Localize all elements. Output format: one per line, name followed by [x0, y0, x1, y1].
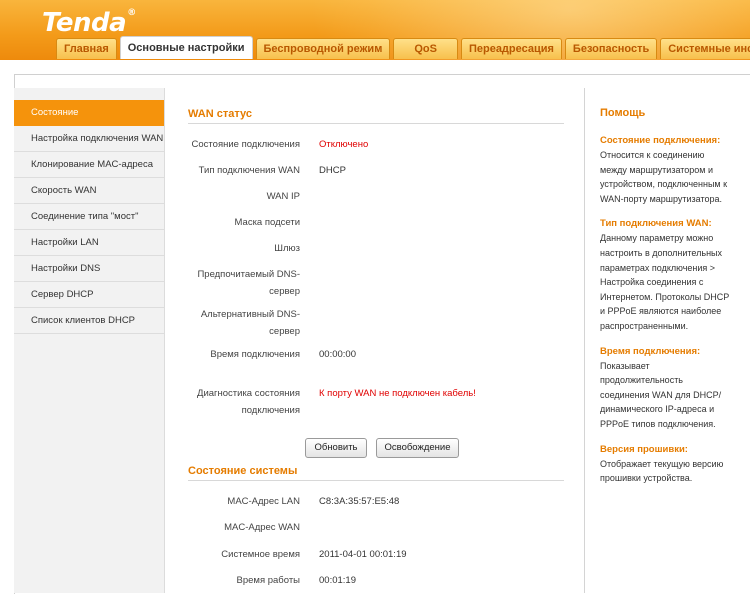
tab-security[interactable]: Безопасность — [564, 38, 658, 59]
help-heading-connection-state: Состояние подключения: — [600, 135, 721, 146]
help-text-connection-time: Показывает продолжительность соединения … — [600, 360, 722, 429]
tab-forwarding[interactable]: Переадресация — [460, 38, 562, 59]
sidebar-item-wan-setup[interactable]: Настройка подключения WAN — [14, 126, 164, 152]
sidebar-item-wan-speed[interactable]: Скорость WAN — [14, 178, 164, 204]
diagnostics-value: К порту WAN не подключен кабель! — [319, 388, 476, 399]
help-panel: Помощь Состояние подключения: Относится … — [584, 88, 750, 593]
sidebar-item-bridge[interactable]: Соединение типа "мост" — [14, 204, 164, 230]
tenda-logo: Tenda® — [42, 8, 136, 38]
release-button[interactable]: Освобождение — [376, 438, 459, 458]
help-content: Помощь Состояние подключения: Относится … — [600, 107, 730, 498]
help-text-connection-type: Данному параметру можно настроить в допо… — [600, 233, 730, 331]
sidebar-item-dns-settings[interactable]: Настройки DNS — [14, 256, 164, 282]
help-heading-connection-type: Тип подключения WAN: — [600, 218, 712, 230]
connection-type-label: Тип подключения WAN — [198, 165, 300, 176]
sidebar-menu: Состояние Настройка подключения WAN Клон… — [14, 100, 164, 334]
wan-ip-label: WAN IP — [266, 191, 300, 202]
sidebar: Состояние Настройка подключения WAN Клон… — [14, 88, 165, 593]
connection-type-value: DHCP — [319, 165, 346, 176]
lan-mac-value: C8:3A:35:57:E5:48 — [319, 496, 400, 507]
tab-qos[interactable]: QoS — [393, 38, 458, 59]
system-status-title: Состояние системы — [188, 465, 564, 481]
connection-state-label: Состояние подключения — [191, 139, 300, 150]
tab-basic-settings[interactable]: Основные настройки — [119, 36, 253, 59]
system-time-value: 2011-04-01 00:01:19 — [319, 549, 407, 560]
connection-state-value: Отключено — [319, 139, 369, 150]
system-time-label: Системное время — [221, 549, 300, 560]
header-banner: Tenda® Главная Основные настройки Беспро… — [0, 0, 750, 60]
sidebar-item-dhcp-clients[interactable]: Список клиентов DHCP — [14, 308, 164, 334]
help-heading-firmware: Версия прошивки: — [600, 443, 688, 455]
tab-home[interactable]: Главная — [56, 38, 117, 59]
dns1-label: Предпочитаемый DNS-сервер — [197, 269, 300, 297]
wan-status-title: WAN статус — [188, 108, 564, 124]
dns2-label: Альтернативный DNS-сервер — [200, 309, 300, 337]
refresh-button[interactable]: Обновить — [305, 438, 367, 458]
tab-wireless[interactable]: Беспроводной режим — [255, 38, 391, 59]
connection-time-value: 00:00:00 — [319, 349, 356, 360]
sidebar-item-dhcp-server[interactable]: Сервер DHCP — [14, 282, 164, 308]
help-heading-connection-time: Время подключения: — [600, 345, 701, 357]
help-title: Помощь — [600, 107, 646, 119]
tab-system-tools[interactable]: Системные инструменты — [660, 38, 750, 59]
help-text-connection-state: Относится к соединению между маршрутизат… — [600, 150, 728, 204]
sidebar-item-mac-clone[interactable]: Клонирование MAC-адреса — [14, 152, 164, 178]
sidebar-item-status[interactable]: Состояние — [14, 100, 164, 126]
subnet-label: Маска подсети — [234, 217, 300, 228]
diagnostics-label: Диагностика состояния подключения — [197, 388, 300, 416]
system-uptime-value: 00:01:19 — [319, 575, 356, 586]
main-tabs: Главная Основные настройки Беспроводной … — [56, 36, 750, 60]
wan-mac-label: MAC-Адрес WAN — [224, 522, 300, 533]
lan-mac-label: MAC-Адрес LAN — [227, 496, 300, 507]
connection-time-label: Время подключения — [210, 349, 300, 360]
gateway-label: Шлюз — [274, 243, 300, 254]
system-uptime-label: Время работы — [236, 575, 300, 586]
sidebar-item-lan-settings[interactable]: Настройки LAN — [14, 230, 164, 256]
help-text-firmware: Отображает текущую версию прошивки устро… — [600, 458, 724, 484]
